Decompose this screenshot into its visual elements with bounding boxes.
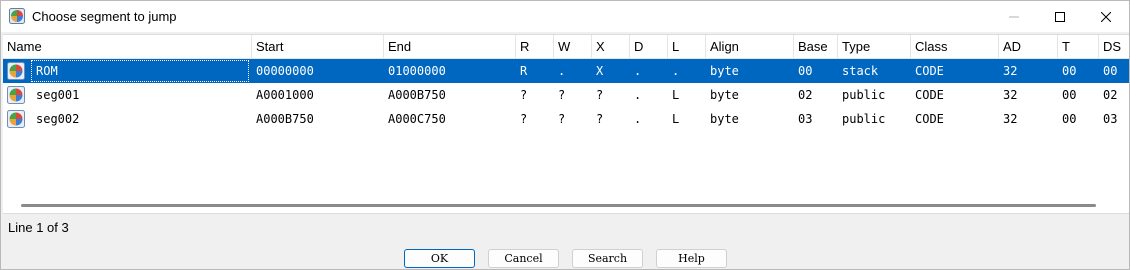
status-text: Line 1 of 3 [8, 220, 69, 235]
cell-t: 00 [1062, 112, 1077, 126]
maximize-button[interactable] [1037, 1, 1083, 32]
ok-button[interactable]: OK [404, 249, 475, 268]
column-header-d[interactable]: D [630, 35, 668, 58]
dialog-window: Choose segment to jump Name Start End R … [0, 0, 1130, 270]
column-header-x[interactable]: X [592, 35, 630, 58]
table-row[interactable]: seg002 A000B750 A000C750 ? ? ? . L byte … [3, 107, 1129, 131]
cell-r: ? [520, 88, 528, 102]
cancel-button[interactable]: Cancel [488, 249, 559, 268]
minimize-icon [1009, 16, 1019, 17]
cell-base: 03 [798, 112, 813, 126]
column-header-class[interactable]: Class [911, 35, 999, 58]
table-row[interactable]: seg001 A0001000 A000B750 ? ? ? . L byte … [3, 83, 1129, 107]
cell-base: 00 [798, 64, 813, 78]
segment-table[interactable]: Name Start End R W X D L Align Base Type… [3, 34, 1129, 214]
cell-type: public [842, 112, 886, 126]
cell-x: ? [596, 88, 604, 102]
help-button[interactable]: Help [656, 249, 727, 268]
column-header-ds[interactable]: DS [1099, 35, 1129, 58]
column-header-l[interactable]: L [668, 35, 706, 58]
cell-ad: 32 [1003, 64, 1018, 78]
cell-ds: 03 [1103, 112, 1118, 126]
app-icon [9, 8, 25, 24]
cell-align: byte [710, 112, 739, 126]
cell-start: A0001000 [256, 88, 314, 102]
cell-t: 00 [1062, 64, 1077, 78]
column-header-ad[interactable]: AD [999, 35, 1058, 58]
cell-align: byte [710, 64, 739, 78]
segment-icon [7, 110, 25, 128]
cell-r: R [520, 64, 528, 78]
cell-name: ROM [36, 64, 58, 78]
cell-name: seg001 [36, 88, 80, 102]
minimize-button[interactable] [991, 1, 1037, 32]
cell-type: public [842, 88, 886, 102]
column-header-align[interactable]: Align [706, 35, 794, 58]
cell-start: A000B750 [256, 112, 314, 126]
segment-icon [7, 86, 25, 104]
column-header-w[interactable]: W [554, 35, 592, 58]
cell-base: 02 [798, 88, 813, 102]
cell-ds: 00 [1103, 64, 1118, 78]
cell-l: L [672, 88, 680, 102]
cell-type: stack [842, 64, 879, 78]
cell-ds: 02 [1103, 88, 1118, 102]
cell-end: 01000000 [388, 64, 446, 78]
cell-w: . [558, 64, 566, 78]
cell-end: A000B750 [388, 88, 446, 102]
table-row[interactable]: ROM 00000000 01000000 R . X . . byte 00 … [3, 59, 1129, 83]
cell-align: byte [710, 88, 739, 102]
column-header-base[interactable]: Base [794, 35, 838, 58]
maximize-icon [1055, 11, 1065, 22]
column-header-t[interactable]: T [1058, 35, 1099, 58]
horizontal-scrollbar[interactable] [21, 204, 1096, 207]
table-header: Name Start End R W X D L Align Base Type… [3, 35, 1129, 59]
cell-r: ? [520, 112, 528, 126]
cell-t: 00 [1062, 88, 1077, 102]
search-button[interactable]: Search [572, 249, 643, 268]
cell-name: seg002 [36, 112, 80, 126]
close-icon [1101, 11, 1111, 22]
window-title: Choose segment to jump [32, 9, 177, 24]
cell-x: ? [596, 112, 604, 126]
cell-class: CODE [915, 64, 944, 78]
cell-d: . [634, 88, 642, 102]
cell-ad: 32 [1003, 112, 1018, 126]
title-bar: Choose segment to jump [1, 1, 1129, 32]
column-header-end[interactable]: End [384, 35, 516, 58]
cell-start: 00000000 [256, 64, 314, 78]
segment-icon [7, 62, 25, 80]
cell-l: . [672, 64, 680, 78]
cell-w: ? [558, 112, 566, 126]
cell-class: CODE [915, 112, 944, 126]
cell-class: CODE [915, 88, 944, 102]
column-header-r[interactable]: R [516, 35, 554, 58]
column-header-type[interactable]: Type [838, 35, 911, 58]
column-header-start[interactable]: Start [252, 35, 384, 58]
cell-d: . [634, 112, 642, 126]
cell-ad: 32 [1003, 88, 1018, 102]
close-button[interactable] [1083, 1, 1129, 32]
cell-end: A000C750 [388, 112, 446, 126]
cell-w: ? [558, 88, 566, 102]
cell-d: . [634, 64, 642, 78]
cell-x: X [596, 64, 604, 78]
cell-l: L [672, 112, 680, 126]
column-header-name[interactable]: Name [3, 35, 252, 58]
